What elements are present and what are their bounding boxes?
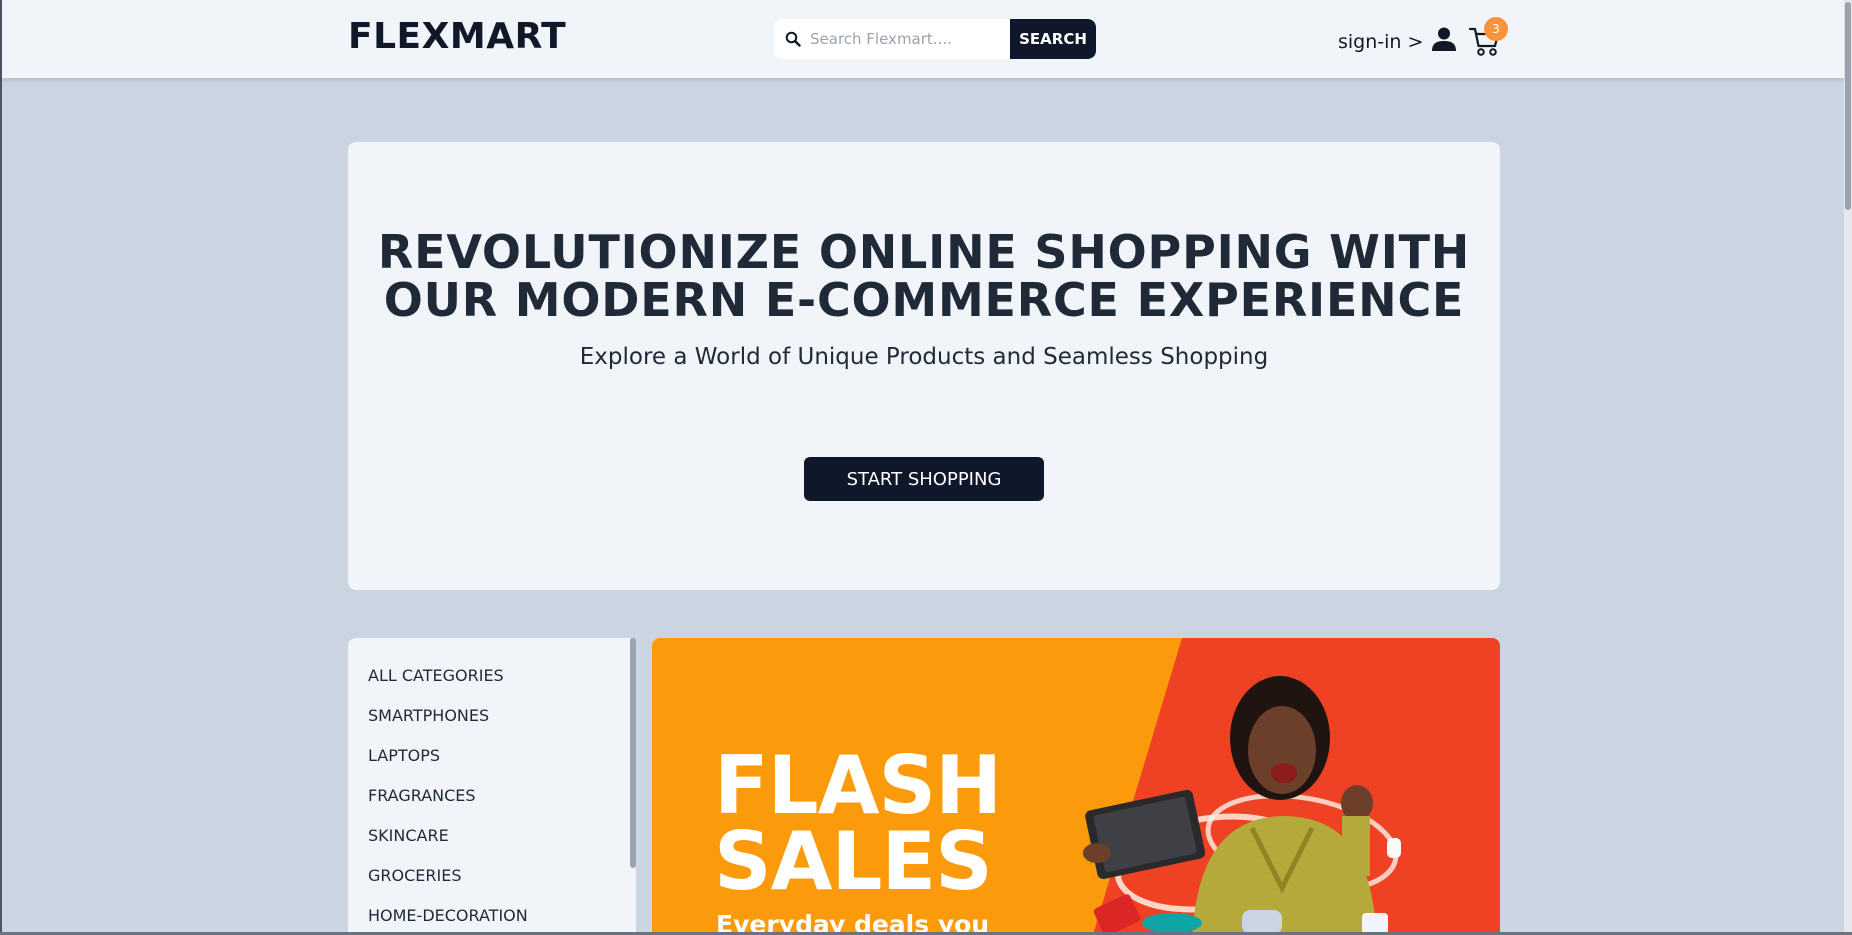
category-list: ALL CATEGORIES SMARTPHONES LAPTOPS FRAGR… — [348, 638, 636, 935]
search-bar: SEARCH — [774, 19, 1096, 59]
sign-in-link[interactable]: sign-in > — [1338, 26, 1457, 57]
cart-icon — [1468, 27, 1502, 62]
flash-sales-banner[interactable]: FLASH SALES Everyday deals you — [652, 638, 1500, 935]
category-item-all[interactable]: ALL CATEGORIES — [368, 656, 636, 696]
hero-subtitle: Explore a World of Unique Products and S… — [579, 344, 1269, 370]
search-input[interactable] — [804, 19, 1010, 59]
page-scrollbar-thumb[interactable] — [1845, 2, 1851, 210]
window-edge — [0, 0, 2, 935]
category-scrollbar[interactable] — [630, 638, 636, 868]
site-logo[interactable]: FLEXMART — [348, 16, 566, 57]
hero-title-line-1: REVOLUTIONIZE ONLINE SHOPPING WITH — [377, 225, 1471, 279]
hero-title: REVOLUTIONIZE ONLINE SHOPPING WITH OUR M… — [348, 228, 1500, 324]
sign-in-label: sign-in > — [1338, 30, 1424, 53]
category-sidebar: ALL CATEGORIES SMARTPHONES LAPTOPS FRAGR… — [348, 638, 636, 935]
banner-title: FLASH SALES — [714, 746, 1002, 902]
user-icon — [1431, 26, 1457, 57]
page: FLEXMART SEARCH sign-in > — [0, 0, 1852, 935]
category-item-groceries[interactable]: GROCERIES — [368, 856, 636, 896]
search-icon — [774, 19, 804, 59]
start-shopping-button[interactable]: START SHOPPING — [804, 457, 1044, 501]
category-item-skincare[interactable]: SKINCARE — [368, 816, 636, 856]
site-header: FLEXMART SEARCH sign-in > — [2, 0, 1844, 78]
search-button[interactable]: SEARCH — [1010, 19, 1096, 59]
category-item-home-decoration[interactable]: HOME-DECORATION — [368, 896, 636, 935]
hero-title-line-2: OUR MODERN E-COMMERCE EXPERIENCE — [383, 273, 1465, 327]
banner-title-line-2: SALES — [714, 815, 993, 908]
category-item-smartphones[interactable]: SMARTPHONES — [368, 696, 636, 736]
hero-section: REVOLUTIONIZE ONLINE SHOPPING WITH OUR M… — [348, 142, 1500, 590]
category-item-fragrances[interactable]: FRAGRANCES — [368, 776, 636, 816]
cart-count-badge: 3 — [1484, 17, 1508, 41]
category-item-laptops[interactable]: LAPTOPS — [368, 736, 636, 776]
